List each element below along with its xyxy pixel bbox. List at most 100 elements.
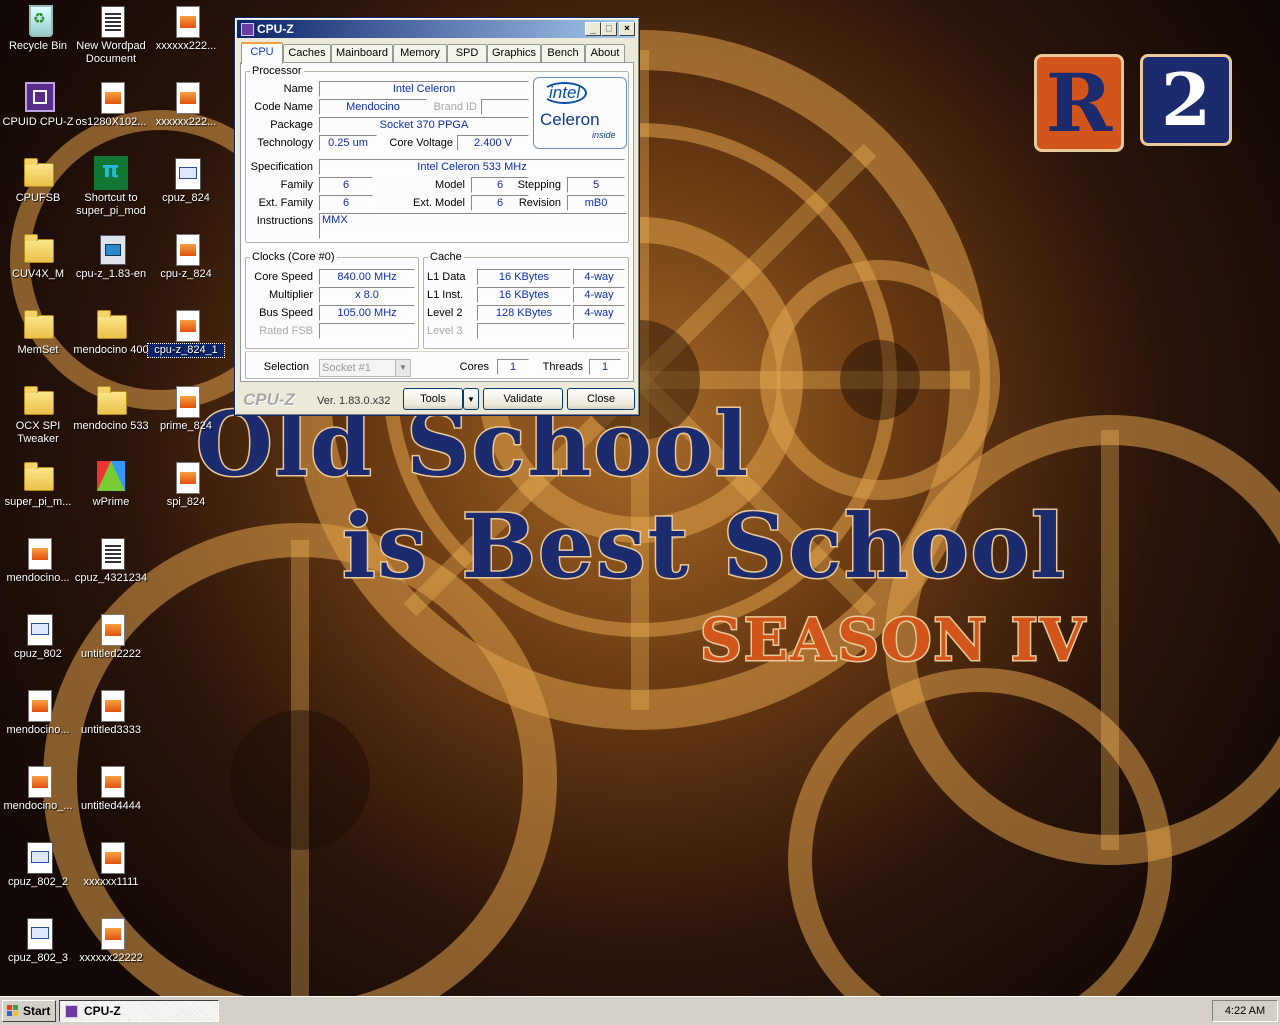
wordpad-document-icon-shape [101,6,125,38]
processor-legend: Processor [252,65,302,77]
close-button[interactable]: Close [567,388,635,410]
desktop-icon[interactable]: mendocino 533 [73,384,149,433]
tools-button[interactable]: Tools [403,388,463,410]
desktop-icon-label: MemSet [17,344,59,356]
tab-graphics[interactable]: Graphics [487,44,541,62]
desktop-icon[interactable]: CUV4X_M [0,232,76,281]
bitmap-file-icon-shape [27,918,53,950]
banner-line-3: SEASON IV [699,605,1087,676]
tab-mainboard[interactable]: Mainboard [331,44,393,62]
specification-label: Specification [250,161,313,173]
l1-inst-label: L1 Inst. [427,289,464,301]
level-3-ways [573,323,625,339]
desktop-icon[interactable]: xxxxxx1111 [73,840,149,889]
bitmap-file-icon [169,156,203,190]
stepping-label: Stepping [517,179,561,191]
l1-inst-ways: 4-way [573,287,625,303]
desktop-icon-label: cpuz_802_2 [8,876,68,888]
tab-about[interactable]: About [585,44,625,62]
image-file-icon [21,764,55,798]
desktop-icon[interactable]: untitled4444 [73,764,149,813]
tab-caches[interactable]: Caches [283,44,331,62]
tab-spd[interactable]: SPD [447,44,487,62]
desktop-icon[interactable]: mendocino... [0,688,76,737]
desktop-icon[interactable]: cpuz_802_2 [0,840,76,889]
desktop-icon[interactable]: xxxxxx222... [148,80,224,129]
desktop-icon[interactable]: cpu-z_824_1 [147,308,225,358]
desktop-icon[interactable]: cpuz_824 [148,156,224,205]
desktop-icon[interactable]: New Wordpad Document [73,4,149,66]
desktop-icon-label: wPrime [92,496,130,508]
image-file-icon-shape [176,234,200,266]
desktop-icon-label: OCX SPI Tweaker [15,420,61,445]
chevron-down-icon[interactable]: ▼ [395,360,410,376]
bitmap-file-icon-shape [27,842,53,874]
desktop-icon-label: Recycle Bin [8,40,68,52]
desktop-icon-label: cpu-z_1.83-en [75,268,147,280]
cpu-z-icon [21,80,55,114]
stepping-value: 5 [567,177,625,193]
cpu-z-icon-shape [25,82,55,112]
desktop-icon[interactable]: cpuz_802_3 [0,916,76,965]
desktop-icon[interactable]: MemSet [0,308,76,357]
tab-cpu[interactable]: CPU [241,42,283,64]
specification-value: Intel Celeron 533 MHz [319,159,625,175]
desktop-icon[interactable]: CPUID CPU-Z [0,80,76,129]
bitmap-file-icon [21,916,55,950]
folder-icon [21,384,55,418]
tools-dropdown-button[interactable]: ▼ [463,388,479,410]
bus-speed-value: 105.00 MHz [319,305,415,321]
image-file-icon-shape [28,538,52,570]
bitmap-file-icon [21,840,55,874]
maximize-button[interactable]: □ [601,22,617,36]
taskbar-item-label: CPU-Z [84,1004,121,1018]
desktop-icon[interactable]: prime_824 [148,384,224,433]
desktop-icon[interactable]: untitled2222 [73,612,149,661]
desktop-icon[interactable]: xxxxxx22222 [73,916,149,965]
desktop-icon[interactable]: spi_824 [148,460,224,509]
close-window-button[interactable]: × [619,22,635,36]
socket-select[interactable]: Socket #1 ▼ [319,359,411,377]
level-2-label: Level 2 [427,307,463,319]
socket-select-value: Socket #1 [322,362,371,374]
folder-icon [94,384,128,418]
desktop-icon[interactable]: mendocino_... [0,764,76,813]
start-label: Start [23,1004,51,1018]
desktop-icon[interactable]: CPUFSB [0,156,76,205]
desktop-icon[interactable]: Recycle Bin [0,4,76,53]
family-label: Family [280,179,313,191]
desktop-icon[interactable]: cpuz_4321234 [73,536,149,585]
tab-memory[interactable]: Memory [393,44,447,62]
desktop-icon[interactable]: wPrime [73,460,149,509]
desktop-icon-label: mendocino 533 [73,420,149,432]
validate-button[interactable]: Validate [483,388,563,410]
title-bar[interactable]: CPU-Z _ □ × [237,20,635,38]
desktop-icon[interactable]: xxxxxx222... [148,4,224,53]
image-file-icon-shape [101,82,125,114]
desktop-icon[interactable]: os1280X102... [73,80,149,129]
taskbar-item-cpu-z[interactable]: CPU-Z [59,1000,219,1022]
desktop-icon[interactable]: cpu-z_824 [148,232,224,281]
folder-icon [94,308,128,342]
desktop-icon-label: CPUFSB [15,192,61,204]
desktop-icon[interactable]: OCX SPI Tweaker [0,384,76,446]
desktop-icon[interactable]: cpu-z_1.83-en [73,232,149,281]
desktop-icon-label: mendocino... [6,724,70,736]
start-button[interactable]: Start [2,1000,56,1022]
desktop-icon-label: untitled4444 [81,800,141,812]
system-tray-clock[interactable]: 4:22 AM [1212,1000,1278,1022]
minimize-button[interactable]: _ [585,22,601,36]
cpu-z-app-icon[interactable] [241,23,254,36]
desktop-icon[interactable]: Shortcut to super_pi_mod [73,156,149,218]
instructions-label: Instructions [256,215,313,227]
desktop-icon[interactable]: mendocino 400 [73,308,149,357]
desktop-icon[interactable]: mendocino... [0,536,76,585]
tab-bench[interactable]: Bench [541,44,585,62]
cpu-z-window[interactable]: CPU-Z _ □ × CPU Caches Mainboard Memory … [234,17,640,416]
desktop-icon[interactable]: untitled3333 [73,688,149,737]
desktop-icon[interactable]: super_pi_m... [0,460,76,509]
desktop-icon[interactable]: cpuz_802 [0,612,76,661]
desktop-icon-label: xxxxxx222... [155,40,217,52]
l1-data-ways: 4-way [573,269,625,285]
desktop-icon-label: mendocino... [6,572,70,584]
